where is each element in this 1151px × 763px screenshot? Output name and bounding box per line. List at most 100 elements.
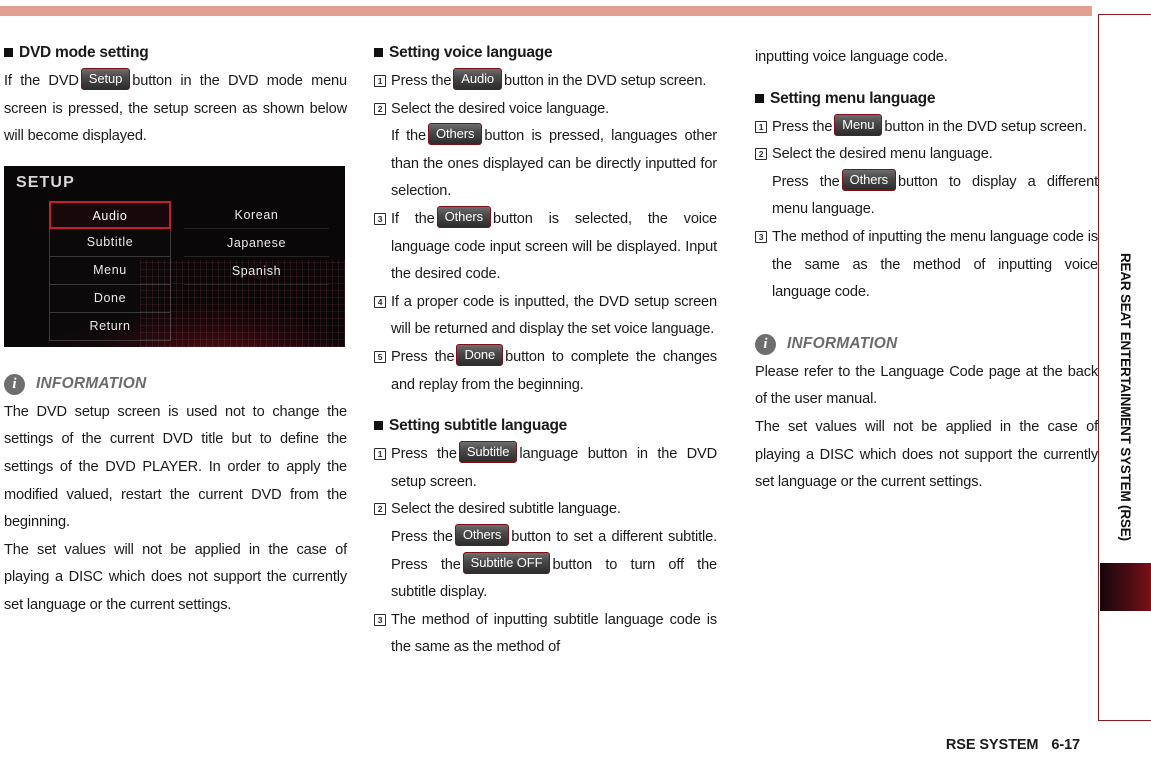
step-marker: 5 bbox=[374, 350, 386, 363]
step-text-after: button in the DVD setup screen. bbox=[504, 73, 707, 90]
footer-section-name: RSE SYSTEM bbox=[945, 737, 1039, 753]
step-text-before: Press the bbox=[391, 73, 452, 90]
key-others[interactable]: Others bbox=[841, 168, 897, 191]
square-bullet-icon bbox=[374, 421, 383, 431]
top-decorative-bar bbox=[0, 6, 1092, 16]
setup-screen-screenshot: SETUP Audio Subtitle Menu Done Return Ko… bbox=[4, 165, 345, 347]
step-line-1: Select the desired subtitle language. bbox=[391, 501, 621, 518]
square-bullet-icon bbox=[4, 48, 13, 58]
sidebar-vertical-label: REAR SEAT ENTERTAINMENT SYSTEM (RSE) bbox=[1099, 15, 1151, 722]
step-line-1: Select the desired voice language. bbox=[391, 100, 610, 117]
step-text-before: Press the bbox=[772, 173, 840, 190]
page-footer: RSE SYSTEM 6-17 bbox=[0, 737, 1080, 753]
square-bullet-icon bbox=[755, 93, 764, 103]
step-text-before: If the bbox=[391, 128, 426, 145]
information-header-left: i INFORMATION bbox=[4, 373, 347, 395]
key-setup[interactable]: Setup bbox=[80, 68, 131, 91]
voice-language-steps: 1 Press the Audio button in the DVD setup … bbox=[374, 68, 717, 399]
setup-language-spanish[interactable]: Spanish bbox=[184, 257, 329, 285]
section-heading-text: Setting menu language bbox=[770, 89, 936, 107]
information-title: INFORMATION bbox=[36, 375, 147, 393]
step-text-before: Press the bbox=[391, 446, 457, 463]
step-marker: 1 bbox=[374, 448, 386, 461]
step-marker: 1 bbox=[374, 75, 386, 88]
step-text-before: Press the bbox=[391, 529, 453, 545]
information-paragraph-2: The set values will not be applied in th… bbox=[4, 541, 347, 613]
step-marker: 2 bbox=[755, 148, 767, 161]
step-sub-line: If the Others button is pressed, languages… bbox=[391, 123, 717, 206]
info-circle-icon: i bbox=[4, 373, 25, 395]
key-others[interactable]: Others bbox=[454, 524, 510, 546]
step-subtitle-1: 1 Press the Subtitle language button in th… bbox=[374, 441, 717, 496]
key-subtitle[interactable]: Subtitle bbox=[458, 441, 518, 464]
setup-screen-menu-list: Audio Subtitle Menu Done Return bbox=[49, 200, 171, 341]
step-subtitle-3: 3 The method of inputting subtitle langu… bbox=[374, 607, 717, 662]
step-text-after: button in the DVD setup screen. bbox=[884, 118, 1087, 135]
intro-paragraph: If the DVD Setup button in the DVD mode me… bbox=[4, 68, 347, 151]
sidebar-vertical-label-text: REAR SEAT ENTERTAINMENT SYSTEM (RSE) bbox=[1118, 252, 1133, 541]
information-paragraph-1: Please refer to the Language Code page a… bbox=[755, 363, 1098, 408]
section-heading-text: Setting voice language bbox=[389, 44, 553, 61]
setup-menu-item-done[interactable]: Done bbox=[49, 284, 171, 313]
step-text-before: Press the bbox=[772, 118, 833, 135]
menu-language-steps: 1 Press the Menu button in the DVD setup s… bbox=[755, 113, 1098, 307]
information-header-right: i INFORMATION bbox=[755, 333, 1098, 355]
setup-language-korean[interactable]: Korean bbox=[184, 201, 329, 229]
section-heading-setting-subtitle-language: Setting subtitle language bbox=[374, 417, 717, 434]
setup-menu-item-audio[interactable]: Audio bbox=[49, 200, 171, 229]
step-marker: 1 bbox=[755, 120, 767, 133]
intro-text-before: If the DVD bbox=[4, 73, 79, 90]
setup-screen-language-list: Korean Japanese Spanish bbox=[184, 201, 329, 285]
column-left: DVD mode setting If the DVD Setup button i… bbox=[4, 44, 347, 620]
step-subtitle-2: 2 Select the desired subtitle language. … bbox=[374, 496, 717, 606]
step-text: The method of inputting the menu languag… bbox=[772, 229, 1098, 301]
information-paragraph-2: The set values will not be applied in th… bbox=[755, 418, 1098, 491]
step-marker: 2 bbox=[374, 503, 386, 516]
step-menu-3: 3 The method of inputting the menu langu… bbox=[755, 224, 1098, 307]
section-heading-text: DVD mode setting bbox=[19, 44, 149, 61]
key-done[interactable]: Done bbox=[456, 343, 504, 366]
step-marker: 3 bbox=[755, 231, 767, 244]
step-sub-line: Press the Others button to set a different… bbox=[391, 524, 717, 607]
subtitle-language-steps: 1 Press the Subtitle language button in th… bbox=[374, 441, 717, 662]
step-text-before: If the bbox=[391, 211, 435, 228]
chapter-sidebar: REAR SEAT ENTERTAINMENT SYSTEM (RSE) bbox=[1098, 14, 1151, 721]
information-title: INFORMATION bbox=[787, 335, 898, 353]
step-text-after: If a proper code is inputted, the DVD se… bbox=[391, 293, 717, 338]
info-circle-icon: i bbox=[755, 333, 776, 355]
key-others[interactable]: Others bbox=[428, 123, 483, 146]
section-heading-setting-menu-language: Setting menu language bbox=[755, 90, 1098, 107]
information-paragraph-1: The DVD setup screen is used not to chan… bbox=[4, 403, 347, 531]
step-marker: 3 bbox=[374, 213, 386, 226]
step-menu-1: 1 Press the Menu button in the DVD setup s… bbox=[755, 113, 1098, 142]
key-audio[interactable]: Audio bbox=[453, 68, 503, 91]
step-text-before: Press the bbox=[391, 348, 455, 365]
key-subtitle-off[interactable]: Subtitle OFF bbox=[462, 551, 551, 574]
setup-menu-item-menu[interactable]: Menu bbox=[49, 256, 171, 285]
step-line-1: Select the desired menu language. bbox=[772, 146, 993, 163]
setup-language-japanese[interactable]: Japanese bbox=[184, 229, 329, 257]
step-voice-3: 3 If the Others button is selected, the vo… bbox=[374, 206, 717, 289]
step-marker: 3 bbox=[374, 613, 386, 626]
section-heading-dvd-mode-setting: DVD mode setting bbox=[4, 44, 347, 61]
setup-menu-item-subtitle[interactable]: Subtitle bbox=[49, 228, 171, 257]
footer-page-number: 6-17 bbox=[1051, 737, 1080, 753]
step-voice-2: 2 Select the desired voice language. If … bbox=[374, 96, 717, 206]
step-voice-1: 1 Press the Audio button in the DVD setup … bbox=[374, 68, 717, 96]
step-text: The method of inputting subtitle languag… bbox=[391, 611, 717, 656]
step-marker: 2 bbox=[374, 102, 386, 115]
setup-screen-title: SETUP bbox=[16, 173, 75, 191]
step-sub-line: Press the Others button to display a diffe… bbox=[772, 168, 1098, 224]
section-heading-text: Setting subtitle language bbox=[389, 417, 568, 435]
manual-page: REAR SEAT ENTERTAINMENT SYSTEM (RSE) DVD… bbox=[0, 0, 1151, 763]
setup-menu-item-return[interactable]: Return bbox=[49, 312, 171, 341]
key-menu[interactable]: Menu bbox=[834, 113, 883, 136]
step-menu-2: 2 Select the desired menu language. Pres… bbox=[755, 141, 1098, 224]
column-right: inputting voice language code. Setting m… bbox=[755, 44, 1098, 497]
step-marker: 4 bbox=[374, 295, 386, 308]
column-middle: Setting voice language 1 Press the Audio b… bbox=[374, 44, 717, 662]
key-others[interactable]: Others bbox=[436, 206, 492, 229]
continuation-paragraph: inputting voice language code. bbox=[755, 49, 948, 65]
step-voice-4: 4 If a proper code is inputted, the DVD … bbox=[374, 289, 717, 344]
chapter-thumb-tab bbox=[1100, 563, 1151, 611]
